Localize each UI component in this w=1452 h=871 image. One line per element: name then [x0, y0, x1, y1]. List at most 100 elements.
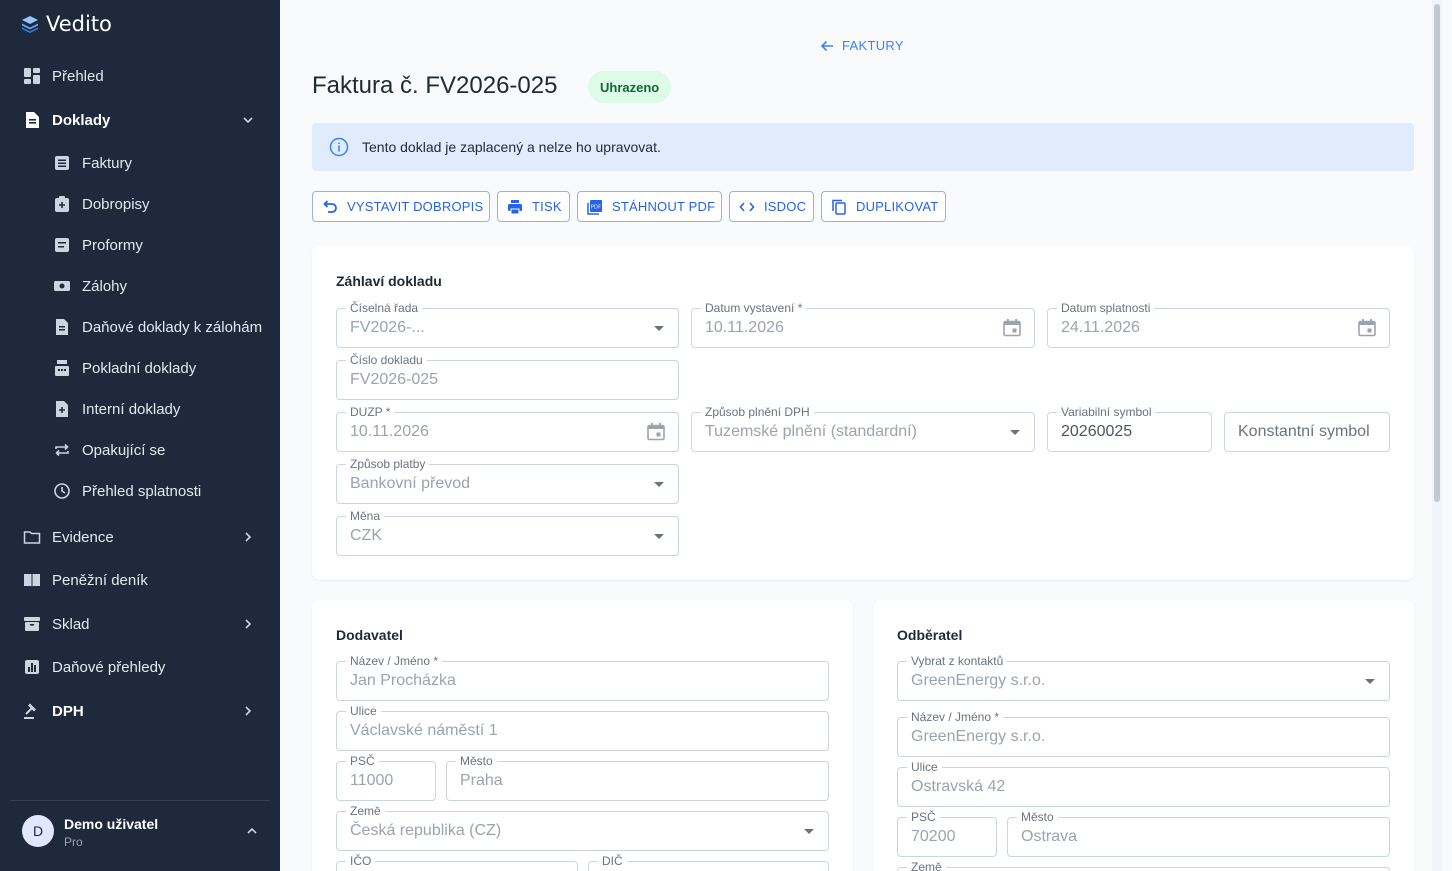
scrollbar-thumb[interactable] — [1434, 4, 1440, 502]
series-select[interactable]: Číselná řada FV2026-... — [336, 301, 679, 348]
tax-document-icon — [53, 318, 71, 336]
field-value: Václavské náměstí 1 — [350, 722, 498, 739]
customer-street-field[interactable]: Ulice Ostravská 42 — [897, 760, 1390, 807]
constant-symbol-field[interactable]: Konstantní symbol — [1224, 412, 1390, 452]
supplier-name-field[interactable]: Název / Jméno * Jan Procházka — [336, 654, 829, 701]
section-title: Dodavatel — [336, 627, 403, 643]
gavel-icon — [23, 702, 41, 720]
sidebar-subitem-prehled-splatnosti[interactable]: Přehled splatnosti — [0, 474, 280, 508]
credit-note-icon — [53, 195, 71, 213]
sidebar-item-label: Daňové přehledy — [52, 658, 166, 676]
supplier-street-field[interactable]: Ulice Václavské náměstí 1 — [336, 704, 829, 751]
sidebar-subitem-dobropisy[interactable]: Dobropisy — [0, 187, 280, 221]
sidebar-subitem-opakujici-se[interactable]: Opakující se — [0, 433, 280, 467]
back-to-invoices-link[interactable]: FAKTURY — [820, 38, 904, 53]
sidebar-subitem-faktury[interactable]: Faktury — [0, 146, 280, 180]
customer-name-field[interactable]: Název / Jméno * GreenEnergy s.r.o. — [897, 710, 1390, 757]
field-value: 10.11.2026 — [350, 423, 429, 440]
sidebar-subitem-pokladni-doklady[interactable]: Pokladní doklady — [0, 351, 280, 385]
sidebar-item-label: Peněžní deník — [52, 571, 148, 589]
issue-credit-note-button[interactable]: VYSTAVIT DOBROPIS — [312, 191, 490, 222]
dropdown-arrow-icon — [1365, 679, 1375, 684]
duzp-date-field[interactable]: DUZP * 10.11.2026 — [336, 405, 679, 452]
sidebar-item-label: DPH — [52, 702, 84, 720]
internal-document-icon — [53, 400, 71, 418]
sidebar-item-prehled[interactable]: Přehled — [0, 58, 280, 94]
sidebar-subitem-label: Interní doklady — [82, 400, 181, 418]
field-label: Způsob platby — [346, 457, 430, 471]
supplier-city-field[interactable]: Město Praha — [446, 754, 829, 801]
supplier-country-select[interactable]: Země Česká republika (CZ) — [336, 804, 829, 851]
field-label: Ulice — [346, 704, 381, 718]
field-value: Bankovní převod — [350, 475, 471, 492]
duplicate-button[interactable]: DUPLIKOVAT — [821, 191, 946, 222]
customer-country-select[interactable]: Země — [897, 860, 1390, 871]
issue-date-field[interactable]: Datum vystavení * 10.11.2026 — [691, 301, 1035, 348]
dropdown-arrow-icon — [654, 482, 664, 487]
sidebar-subitem-label: Pokladní doklady — [82, 359, 197, 377]
supplier-zip-field[interactable]: PSČ 11000 — [336, 754, 436, 801]
chevron-down-icon — [242, 114, 254, 126]
due-date-field[interactable]: Datum splatnosti 24.11.2026 — [1047, 301, 1390, 348]
field-label: PSČ — [346, 754, 379, 768]
calendar-icon[interactable] — [1002, 318, 1022, 338]
button-label: ISDOC — [764, 199, 807, 214]
field-label: Číselná řada — [346, 301, 423, 315]
sidebar-item-doklady[interactable]: Doklady — [0, 102, 280, 138]
customer-city-field[interactable]: Město Ostrava — [1007, 810, 1390, 857]
clock-icon — [53, 482, 71, 500]
field-value: 11000 — [350, 772, 394, 789]
variable-symbol-field[interactable]: Variabilní symbol 20260025 — [1047, 405, 1212, 452]
sidebar-item-label: Přehled — [52, 67, 104, 85]
sidebar-item-sklad[interactable]: Sklad — [0, 606, 280, 642]
vat-mode-select[interactable]: Způsob plnění DPH Tuzemské plnění (stand… — [691, 405, 1035, 452]
sidebar-subitem-interni-doklady[interactable]: Interní doklady — [0, 392, 280, 426]
sidebar-subitem-proformy[interactable]: Proformy — [0, 228, 280, 262]
sidebar-subitem-zalohy[interactable]: Zálohy — [0, 269, 280, 303]
sidebar-subitem-danove-doklady[interactable]: Daňové doklady k zálohám — [0, 310, 280, 344]
page-scrollbar[interactable] — [1432, 0, 1442, 871]
button-label: STÁHNOUT PDF — [612, 199, 716, 214]
supplier-ico-field[interactable]: IČO — [336, 854, 578, 871]
section-title: Záhlaví dokladu — [336, 273, 442, 289]
dropdown-arrow-icon — [654, 326, 664, 331]
field-label: Datum splatnosti — [1057, 301, 1155, 315]
contact-picker-select[interactable]: Vybrat z kontaktů GreenEnergy s.r.o. — [897, 654, 1390, 701]
isdoc-button[interactable]: ISDOC — [729, 191, 814, 222]
field-value: Ostravská 42 — [911, 778, 1006, 795]
field-value: FV2026-... — [350, 319, 425, 336]
sidebar-item-evidence[interactable]: Evidence — [0, 519, 280, 555]
field-label: DIČ — [598, 854, 627, 868]
user-menu[interactable]: D Demo uživatel Pro — [22, 815, 262, 849]
document-number-field[interactable]: Číslo dokladu FV2026-025 — [336, 353, 679, 400]
arrow-left-icon — [820, 40, 833, 51]
calendar-icon[interactable] — [1357, 318, 1377, 338]
dropdown-arrow-icon — [654, 534, 664, 539]
print-button[interactable]: TISK — [497, 191, 570, 222]
calendar-icon[interactable] — [646, 422, 666, 442]
sidebar-item-penezni-denik[interactable]: Peněžní deník — [0, 562, 280, 598]
book-icon — [23, 571, 41, 589]
supplier-dic-field[interactable]: DIČ — [588, 854, 829, 871]
chevron-up-icon — [246, 825, 258, 837]
field-label: DUZP * — [346, 405, 395, 419]
pdf-icon: PDF — [587, 199, 603, 215]
sidebar-item-danove-prehledy[interactable]: Daňové přehledy — [0, 649, 280, 685]
main-content: FAKTURY Faktura č. FV2026-025 Uhrazeno T… — [280, 0, 1442, 871]
field-value: CZK — [350, 527, 382, 544]
sidebar-subitem-label: Dobropisy — [82, 195, 150, 213]
download-pdf-button[interactable]: PDF STÁHNOUT PDF — [577, 191, 722, 222]
avatar: D — [22, 815, 54, 847]
payment-method-select[interactable]: Způsob platby Bankovní převod — [336, 457, 679, 504]
sidebar-item-label: Sklad — [52, 615, 90, 633]
field-label: Město — [456, 754, 497, 768]
section-title: Odběratel — [897, 627, 963, 643]
field-label: Město — [1017, 810, 1058, 824]
undo-icon — [322, 199, 338, 215]
field-label: Způsob plnění DPH — [701, 405, 814, 419]
app-logo[interactable]: Vedito — [20, 12, 112, 36]
customer-zip-field[interactable]: PSČ 70200 — [897, 810, 997, 857]
sidebar-item-dph[interactable]: DPH — [0, 693, 280, 729]
currency-select[interactable]: Měna CZK — [336, 509, 679, 556]
repeat-icon — [53, 441, 71, 459]
